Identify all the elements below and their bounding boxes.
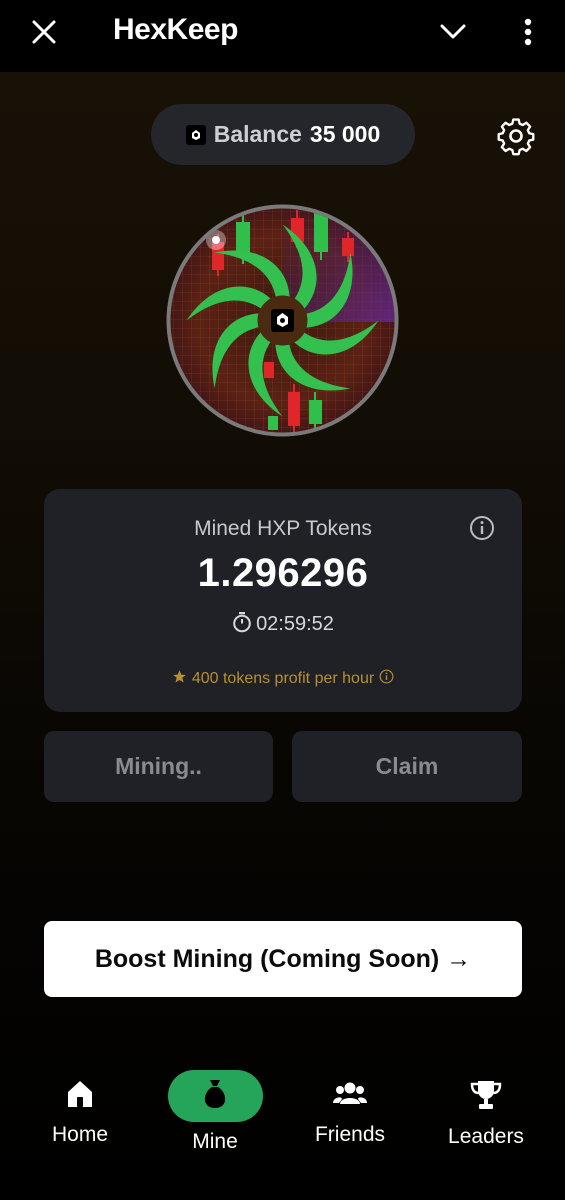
boost-mining-button[interactable]: Boost Mining (Coming Soon) → <box>44 921 522 997</box>
star-icon <box>172 669 187 689</box>
mined-value: 1.296296 <box>197 551 369 595</box>
balance-value: 35 000 <box>309 121 381 147</box>
nav-label-home: Home <box>51 1123 109 1146</box>
nav-item-home[interactable]: Home <box>25 1078 135 1147</box>
timer-row: 02:59:52 <box>44 611 522 638</box>
stopwatch-icon <box>232 611 252 638</box>
home-icon <box>64 1078 96 1115</box>
app-title: HexKeep <box>113 13 238 46</box>
balance-pill: Balance 35 000 <box>151 104 415 165</box>
timer-text: 02:59:52 <box>256 613 334 635</box>
mined-tokens-title: Mined HXP Tokens <box>194 517 372 540</box>
mining-wheel[interactable] <box>164 202 401 439</box>
hexkeep-logo-icon <box>185 124 206 145</box>
mined-tokens-card: Mined HXP Tokens 1.296296 02:59:52 400 t… <box>44 489 522 712</box>
money-bag-icon <box>201 1078 229 1115</box>
more-options-icon[interactable] <box>510 12 546 52</box>
trophy-icon <box>469 1078 503 1117</box>
bottom-nav: Home Mine Friends Leaders <box>0 1050 565 1200</box>
mining-button[interactable]: Mining.. <box>44 731 273 802</box>
nav-item-leaders[interactable]: Leaders <box>431 1078 541 1149</box>
profit-row: 400 tokens profit per hour <box>44 669 522 689</box>
app-screen: HexKeep Balance 35 000 Mined HXP Tokens … <box>0 0 565 1200</box>
nav-label-mine: Mine <box>192 1130 238 1153</box>
info-icon[interactable] <box>469 515 495 541</box>
nav-label-friends: Friends <box>314 1123 386 1146</box>
nav-item-mine[interactable]: Mine <box>160 1070 270 1154</box>
chevron-down-icon[interactable] <box>432 12 474 52</box>
claim-button[interactable]: Claim <box>292 731 522 802</box>
profit-text: 400 tokens profit per hour <box>191 670 375 687</box>
gear-icon[interactable] <box>496 116 536 156</box>
top-bar: HexKeep <box>0 0 565 72</box>
close-icon[interactable] <box>24 12 64 52</box>
nav-item-friends[interactable]: Friends <box>295 1078 405 1147</box>
friends-icon <box>333 1078 367 1115</box>
balance-label: Balance <box>213 121 302 147</box>
profit-info-icon[interactable] <box>379 669 394 689</box>
nav-label-leaders: Leaders <box>448 1125 524 1148</box>
mine-active-pill <box>167 1070 263 1122</box>
